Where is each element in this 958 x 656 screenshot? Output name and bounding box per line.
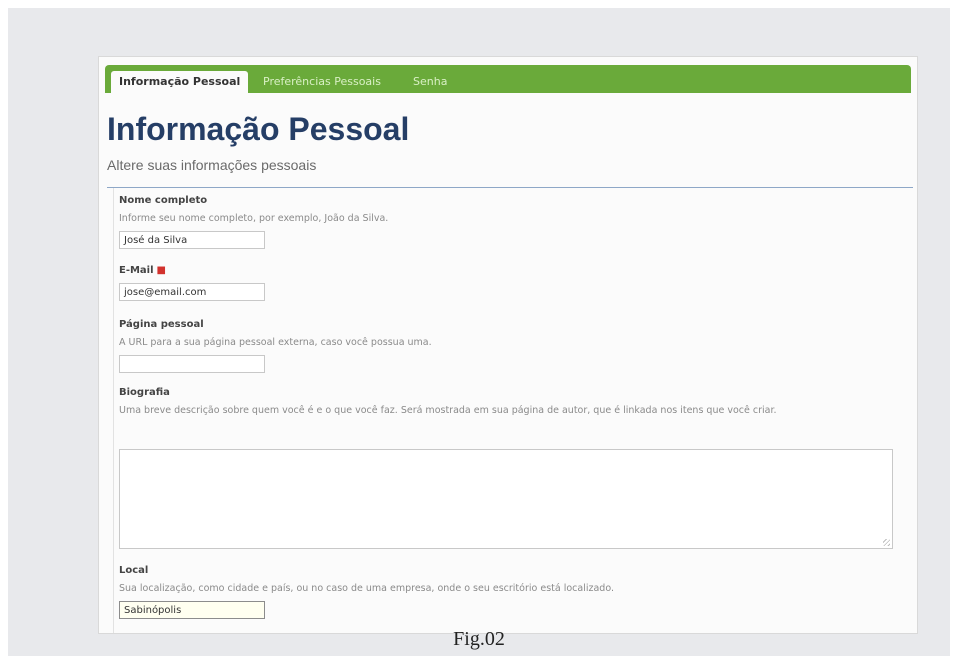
header-divider <box>107 187 913 188</box>
figure-caption: Fig.02 <box>453 628 505 650</box>
tab-personal-preferences[interactable]: Preferências Pessoais <box>263 71 381 93</box>
tab-bar: Informação Pessoal Preferências Pessoais… <box>105 65 911 93</box>
location-input[interactable]: Sabinópolis <box>119 601 265 619</box>
page-subtitle: Altere suas informações pessoais <box>107 157 317 173</box>
figure-frame: Informação Pessoal Preferências Pessoais… <box>8 8 950 656</box>
tab-password[interactable]: Senha <box>413 71 447 93</box>
tab-personal-info[interactable]: Informação Pessoal <box>111 71 249 93</box>
fullname-input[interactable]: José da Silva <box>119 231 265 249</box>
fullname-help: Informe seu nome completo, por exemplo, … <box>119 213 389 224</box>
fullname-label: Nome completo <box>119 195 208 206</box>
profile-window: Informação Pessoal Preferências Pessoais… <box>98 56 918 634</box>
location-help: Sua localização, como cidade e país, ou … <box>119 583 614 594</box>
email-input[interactable]: jose@email.com <box>119 283 265 301</box>
homepage-input[interactable] <box>119 355 265 373</box>
homepage-help: A URL para a sua página pessoal externa,… <box>119 337 432 348</box>
bio-textarea[interactable] <box>119 449 893 549</box>
email-label: E-Mail ■ <box>119 265 166 276</box>
homepage-label: Página pessoal <box>119 319 204 330</box>
resize-grip-icon[interactable] <box>883 539 890 546</box>
bio-label: Biografia <box>119 387 170 398</box>
required-marker-icon: ■ <box>156 265 166 276</box>
email-label-text: E-Mail <box>119 265 154 276</box>
page-title: Informação Pessoal <box>107 111 410 147</box>
bio-help: Uma breve descrição sobre quem você é e … <box>119 405 777 416</box>
location-label: Local <box>119 565 149 576</box>
form-left-rule <box>113 188 114 633</box>
